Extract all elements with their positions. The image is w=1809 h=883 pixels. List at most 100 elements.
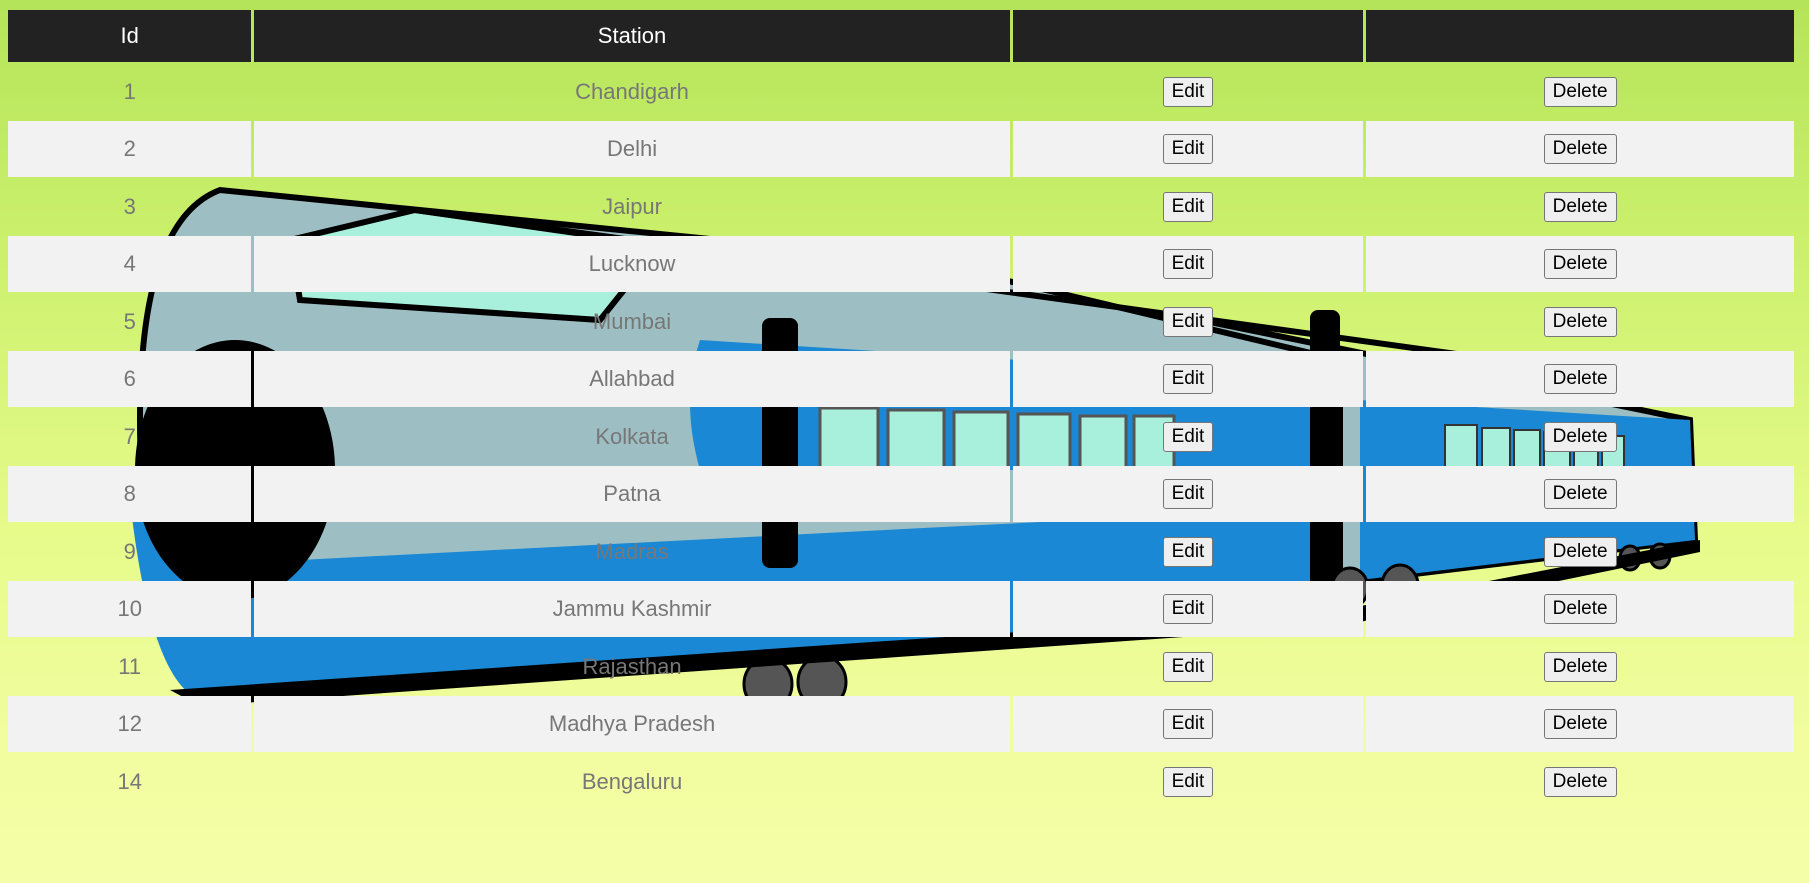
table-row: 5 Mumbai Edit Delete: [8, 292, 1794, 351]
row-station: Jammu Kashmir: [254, 581, 1010, 637]
edit-button[interactable]: Edit: [1162, 306, 1214, 337]
delete-button[interactable]: Delete: [1543, 479, 1617, 509]
edit-button[interactable]: Edit: [1162, 594, 1214, 624]
row-id: 12: [8, 696, 252, 752]
edit-cell: Edit: [1012, 696, 1364, 752]
table-row: 14 Bengaluru Edit Delete: [8, 752, 1794, 811]
stations-table: Id Station 1 Chandigarh Edit Delete 2 De…: [5, 10, 1797, 811]
row-id: 9: [123, 538, 136, 564]
row-id: 2: [8, 121, 252, 177]
row-id: 1: [123, 78, 136, 104]
edit-button[interactable]: Edit: [1162, 249, 1214, 279]
delete-cell: Delete: [1366, 522, 1794, 581]
row-id: 10: [8, 581, 252, 637]
table-row: 3 Jaipur Edit Delete: [8, 177, 1794, 236]
table-body: 1 Chandigarh Edit Delete 2 Delhi Edit De…: [8, 62, 1794, 811]
delete-cell: Delete: [1366, 407, 1794, 466]
row-id: 11: [118, 653, 142, 679]
edit-cell: Edit: [1012, 121, 1364, 177]
delete-button[interactable]: Delete: [1543, 191, 1617, 222]
delete-cell: Delete: [1366, 292, 1794, 351]
header-station: Station: [254, 10, 1010, 62]
edit-button[interactable]: Edit: [1162, 479, 1214, 509]
edit-button[interactable]: Edit: [1162, 709, 1214, 739]
edit-cell: Edit: [1013, 752, 1364, 811]
table-row: 4 Lucknow Edit Delete: [8, 236, 1794, 292]
delete-cell: Delete: [1366, 177, 1794, 236]
delete-cell: Delete: [1366, 236, 1794, 292]
row-station: Chandigarh: [575, 78, 689, 104]
table-row: 9 Madras Edit Delete: [8, 522, 1794, 581]
table-row: 12 Madhya Pradesh Edit Delete: [8, 696, 1794, 752]
delete-button[interactable]: Delete: [1543, 76, 1617, 107]
delete-cell: Delete: [1366, 466, 1794, 522]
delete-button[interactable]: Delete: [1543, 709, 1617, 739]
row-id: 3: [123, 193, 136, 219]
edit-cell: Edit: [1013, 177, 1364, 236]
row-station: Mumbai: [592, 308, 672, 334]
edit-button[interactable]: Edit: [1162, 76, 1214, 107]
delete-button[interactable]: Delete: [1543, 306, 1617, 337]
delete-cell: Delete: [1366, 121, 1794, 177]
delete-button[interactable]: Delete: [1543, 421, 1617, 452]
delete-button[interactable]: Delete: [1543, 536, 1617, 567]
delete-button[interactable]: Delete: [1543, 364, 1617, 394]
edit-cell: Edit: [1012, 466, 1364, 522]
edit-cell: Edit: [1012, 581, 1364, 637]
row-station: Rajasthan: [582, 653, 682, 679]
table-row: 6 Allahbad Edit Delete: [8, 351, 1794, 407]
delete-button[interactable]: Delete: [1543, 249, 1617, 279]
edit-cell: Edit: [1013, 637, 1364, 696]
header-id: Id: [8, 10, 252, 62]
row-station: Kolkata: [595, 423, 669, 449]
row-station: Madras: [595, 538, 669, 564]
row-id: 6: [8, 351, 252, 407]
table-row: 1 Chandigarh Edit Delete: [8, 62, 1794, 121]
row-id: 5: [123, 308, 136, 334]
delete-cell: Delete: [1366, 351, 1794, 407]
table-row: 8 Patna Edit Delete: [8, 466, 1794, 522]
row-station: Patna: [254, 466, 1010, 522]
header-row: Id Station: [8, 10, 1794, 62]
header-edit: [1012, 10, 1364, 62]
edit-button[interactable]: Edit: [1162, 536, 1214, 567]
delete-cell: Delete: [1366, 637, 1794, 696]
row-id: 4: [8, 236, 252, 292]
edit-button[interactable]: Edit: [1162, 134, 1214, 164]
delete-cell: Delete: [1366, 752, 1794, 811]
table-header: Id Station: [8, 10, 1794, 62]
header-delete: [1366, 10, 1794, 62]
edit-cell: Edit: [1012, 236, 1364, 292]
row-id: 14: [117, 768, 142, 794]
edit-button[interactable]: Edit: [1162, 364, 1214, 394]
table-row: 2 Delhi Edit Delete: [8, 121, 1794, 177]
edit-cell: Edit: [1012, 351, 1364, 407]
edit-cell: Edit: [1013, 522, 1364, 581]
edit-button[interactable]: Edit: [1162, 651, 1214, 682]
delete-button[interactable]: Delete: [1543, 134, 1617, 164]
edit-button[interactable]: Edit: [1162, 191, 1214, 222]
delete-button[interactable]: Delete: [1543, 766, 1617, 797]
edit-cell: Edit: [1013, 292, 1364, 351]
edit-button[interactable]: Edit: [1162, 421, 1214, 452]
edit-cell: Edit: [1013, 407, 1364, 466]
row-station: Lucknow: [254, 236, 1010, 292]
stations-table-container: Id Station 1 Chandigarh Edit Delete 2 De…: [8, 10, 1794, 811]
table-row: 11 Rajasthan Edit Delete: [8, 637, 1794, 696]
row-station: Madhya Pradesh: [254, 696, 1010, 752]
delete-cell: Delete: [1366, 62, 1794, 121]
delete-cell: Delete: [1366, 696, 1794, 752]
delete-cell: Delete: [1366, 581, 1794, 637]
table-row: 10 Jammu Kashmir Edit Delete: [8, 581, 1794, 637]
edit-button[interactable]: Edit: [1162, 766, 1214, 797]
row-id: 7: [123, 423, 136, 449]
edit-cell: Edit: [1013, 62, 1364, 121]
row-id: 8: [8, 466, 252, 522]
delete-button[interactable]: Delete: [1543, 651, 1617, 682]
delete-button[interactable]: Delete: [1543, 594, 1617, 624]
row-station: Jaipur: [602, 193, 662, 219]
row-station: Bengaluru: [581, 768, 683, 794]
row-station: Delhi: [254, 121, 1010, 177]
table-row: 7 Kolkata Edit Delete: [8, 407, 1794, 466]
row-station: Allahbad: [254, 351, 1010, 407]
